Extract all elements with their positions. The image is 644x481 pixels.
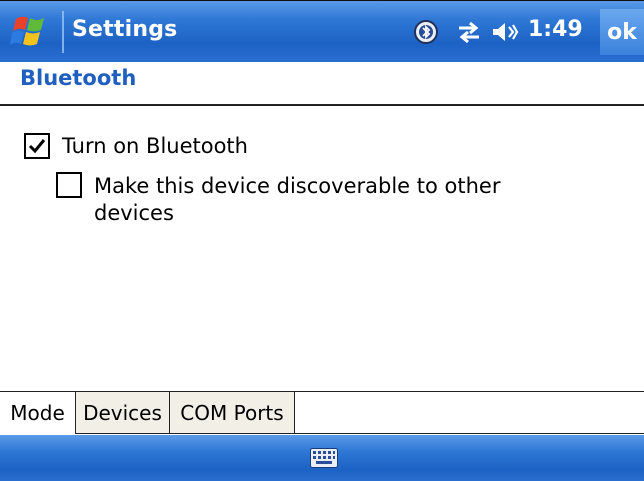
bluetooth-status-icon[interactable] (413, 19, 439, 45)
checkmark-icon (28, 139, 46, 154)
tab-com-ports[interactable]: COM Ports (170, 392, 295, 434)
page-title: Bluetooth (20, 66, 137, 90)
header-divider (0, 104, 644, 106)
ok-button[interactable]: ok (600, 9, 644, 55)
clock[interactable]: 1:49 (528, 17, 583, 42)
tab-devices[interactable]: Devices (76, 392, 170, 434)
turn-on-bluetooth-label[interactable]: Turn on Bluetooth (62, 132, 248, 160)
tab-strip-bottom-border (295, 433, 644, 434)
turn-on-bluetooth-checkbox[interactable] (24, 133, 50, 159)
volume-icon[interactable] (490, 19, 520, 45)
title-separator (62, 11, 64, 53)
title-bar: Settings 1:49 ok (0, 0, 644, 62)
windows-start-icon[interactable] (10, 13, 52, 51)
discoverable-checkbox[interactable] (56, 172, 82, 198)
tab-mode[interactable]: Mode (0, 392, 76, 434)
discoverable-label-line1[interactable]: Make this device discoverable to other (94, 172, 500, 200)
discoverable-label-line2[interactable]: devices (94, 199, 174, 227)
keyboard-icon[interactable] (310, 448, 338, 468)
connectivity-icon[interactable] (455, 19, 483, 45)
window-title: Settings (72, 17, 178, 42)
